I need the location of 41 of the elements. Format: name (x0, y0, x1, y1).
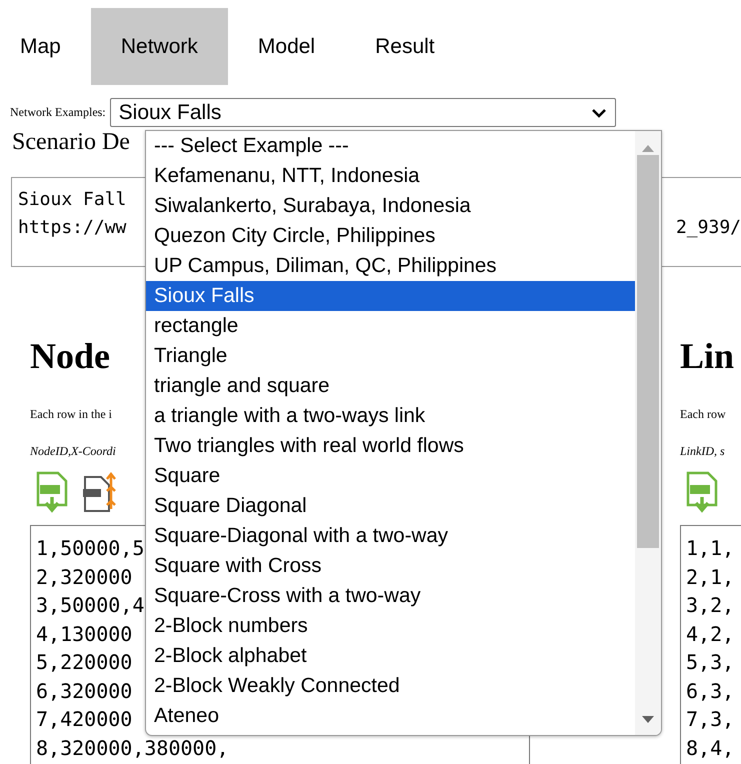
dropdown-option[interactable]: triangle and square (146, 371, 635, 401)
dropdown-option[interactable]: rectangle (146, 311, 635, 341)
example-select[interactable]: Sioux Falls (110, 98, 616, 127)
dropdown-option[interactable]: Square-Cross with a two-way (146, 581, 635, 611)
dropdown-option[interactable]: --- Select Example --- (146, 131, 635, 161)
dropdown-option[interactable]: 2-Block numbers (146, 611, 635, 641)
description-text: Each row (680, 407, 726, 422)
dropdown-option[interactable]: Triangle (146, 341, 635, 371)
dropdown-option[interactable]: a triangle with a two-ways link (146, 401, 635, 431)
dropdown-option[interactable]: 2-Block alphabet (146, 641, 635, 671)
dropdown-option[interactable]: Square-Diagonal with a two-way (146, 521, 635, 551)
section-heading: Scenario De (12, 129, 130, 157)
section-heading: Node (30, 335, 110, 375)
scroll-up-icon[interactable] (641, 143, 655, 153)
dropdown-option[interactable]: UP Campus, Diliman, QC, Philippines (146, 251, 635, 281)
section-heading: Lin (680, 335, 734, 375)
dropdown-option[interactable]: Quezon City Circle, Philippines (146, 221, 635, 251)
format-text: LinkID, s (680, 444, 725, 459)
dropdown-option[interactable]: Two triangles with real world flows (146, 431, 635, 461)
dropdown-option[interactable]: Square Diagonal (146, 491, 635, 521)
dropdown-option[interactable]: Kefamenanu, NTT, Indonesia (146, 161, 635, 191)
scrollbar-thumb[interactable] (637, 155, 659, 548)
tab[interactable]: Result (345, 8, 465, 85)
scroll-down-icon[interactable] (641, 715, 655, 725)
tab[interactable]: Network (90, 8, 228, 85)
dropdown-option[interactable]: Square (146, 461, 635, 491)
description-text: Each row in the i (30, 407, 112, 422)
format-text: NodeID,X-Coordi (30, 444, 116, 459)
dropdown-option[interactable]: Sioux Falls (146, 281, 635, 311)
chevron-down-icon (590, 108, 607, 118)
dropdown-option[interactable]: Square with Cross (146, 551, 635, 581)
csv-upload-icon[interactable] (82, 471, 116, 515)
data-textarea[interactable]: 1,1, 2,1, 3,2, 4,2, 5,3, 6,3, 7,3, 8,4, (680, 525, 741, 764)
csv-download-icon[interactable] (686, 471, 718, 515)
tab[interactable]: Model (228, 8, 346, 85)
field-label: Network Examples: (10, 105, 106, 120)
dropdown-option[interactable]: Ateneo (146, 701, 635, 731)
dropdown-option[interactable]: 2-Block Weakly Connected (146, 671, 635, 701)
csv-download-icon[interactable] (36, 471, 68, 515)
tab[interactable]: Map (0, 8, 91, 85)
dropdown-option[interactable]: Siwalankerto, Surabaya, Indonesia (146, 191, 635, 221)
